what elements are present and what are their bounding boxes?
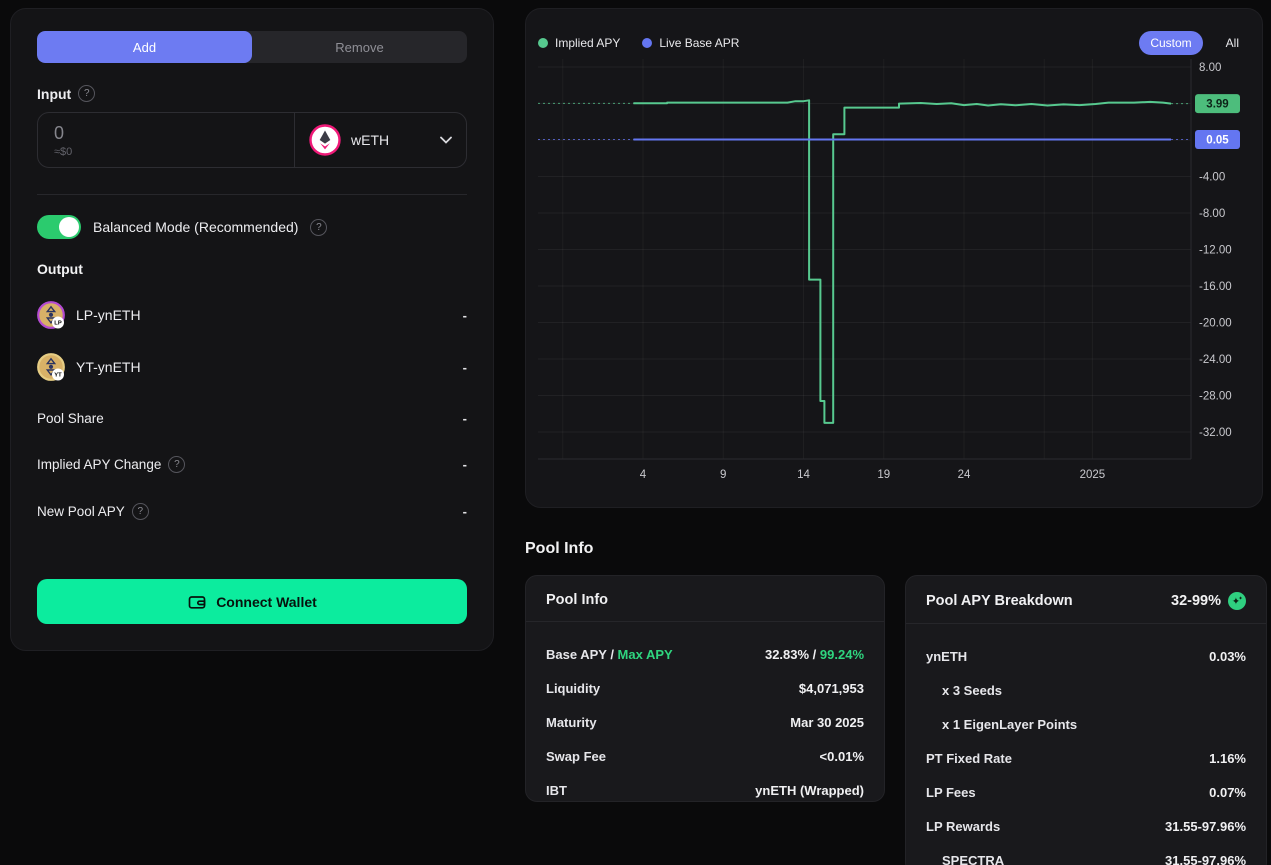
apy-chart-panel: Implied APY Live Base APR Custom All 8.0…: [525, 8, 1263, 508]
yt-yneth-token-icon: YT: [37, 353, 65, 381]
output-yt-value: -: [463, 360, 467, 375]
input-help-icon[interactable]: ?: [78, 85, 95, 102]
apy-history-chart[interactable]: 8.00 -4.00 -8.00 -12.00 -16.00 -20.00 -24.00 -2…: [526, 59, 1264, 491]
range-custom-button[interactable]: Custom: [1139, 31, 1202, 55]
x-axis-tick-label: 2025: [1080, 469, 1106, 481]
amount-value[interactable]: 0: [54, 123, 278, 144]
implied-apy-change-label: Implied APY Change?: [37, 456, 185, 473]
implied-apy-change-row: Implied APY Change? -: [37, 456, 467, 473]
y-axis-tick-label: -8.00: [1199, 208, 1225, 220]
add-remove-tabs: Add Remove: [37, 31, 467, 63]
liquidity-row: Liquidity $4,071,953: [546, 681, 864, 696]
pool-apy-breakdown-card: Pool APY Breakdown 32-99% ✦ ✦ ynETH 0.03…: [905, 575, 1267, 865]
balanced-mode-help-icon[interactable]: ?: [310, 219, 327, 236]
pool-info-card: Pool Info Base APY / Max APY 32.83% / 99…: [525, 575, 885, 802]
y-axis-tick-label: -32.00: [1199, 427, 1232, 439]
implied-apy-dot-icon: [538, 38, 548, 48]
token-symbol: wETH: [351, 132, 430, 148]
output-yt-name: YT-ynETH: [76, 359, 141, 375]
pool-share-value: -: [463, 411, 467, 426]
base-max-apy-row: Base APY / Max APY 32.83% / 99.24%: [546, 647, 864, 662]
implied-apy-change-value: -: [463, 457, 467, 472]
lp-rewards-row: LP Rewards 31.55-97.96%: [926, 819, 1246, 834]
range-all-button[interactable]: All: [1215, 31, 1250, 55]
base-max-apy-label: Base APY / Max APY: [546, 647, 673, 662]
spectra-row: SPECTRA 31.55-97.96%: [926, 853, 1246, 865]
legend-implied-apy: Implied APY: [538, 36, 620, 50]
tab-add[interactable]: Add: [37, 31, 252, 63]
new-pool-apy-value: -: [463, 504, 467, 519]
amount-input-box: 0 ≈$0 wETH: [37, 112, 467, 168]
x-axis-tick-label: 4: [640, 469, 647, 481]
y-axis-tick-label: -16.00: [1199, 281, 1232, 293]
y-axis-tick-label: -20.00: [1199, 318, 1232, 330]
output-lp-value: -: [463, 308, 467, 323]
amount-usd-value: ≈$0: [54, 146, 278, 158]
x-axis-tick-label: 9: [720, 469, 726, 481]
amount-field[interactable]: 0 ≈$0: [38, 113, 294, 167]
live-base-apr-dot-icon: [642, 38, 652, 48]
yneth-row: ynETH 0.03%: [926, 649, 1246, 664]
legend-live-base-apr: Live Base APR: [642, 36, 739, 50]
output-lp-name: LP-ynETH: [76, 307, 141, 323]
apy-breakdown-total: 32-99%: [1171, 593, 1221, 609]
pt-fixed-rate-row: PT Fixed Rate 1.16%: [926, 751, 1246, 766]
ibt-row: IBT ynETH (Wrapped): [546, 783, 864, 798]
y-axis-tick-label: -24.00: [1199, 354, 1232, 366]
x-axis-tick-label: 19: [877, 469, 890, 481]
connect-wallet-button[interactable]: Connect Wallet: [37, 579, 467, 624]
maturity-row: Maturity Mar 30 2025: [546, 715, 864, 730]
y-axis-tick-label: 8.00: [1199, 62, 1221, 74]
swap-fee-row: Swap Fee <0.01%: [546, 749, 864, 764]
section-divider: [37, 194, 467, 195]
y-axis-tick-label: -28.00: [1199, 391, 1232, 403]
apy-breakdown-title: Pool APY Breakdown: [926, 593, 1171, 609]
input-label: Input: [37, 86, 71, 102]
svg-text:YT: YT: [54, 373, 62, 379]
lp-yneth-token-icon: LP: [37, 301, 65, 329]
chevron-down-icon: [440, 136, 452, 144]
wallet-icon: [187, 592, 207, 612]
pool-share-row: Pool Share -: [37, 411, 467, 426]
output-row-lp: LP LP-ynETH -: [37, 301, 467, 329]
x-axis-tick-label: 14: [797, 469, 810, 481]
new-pool-apy-help-icon[interactable]: ?: [132, 503, 149, 520]
x-axis-tick-label: 24: [958, 469, 971, 481]
lp-fees-row: LP Fees 0.07%: [926, 785, 1246, 800]
svg-text:✦: ✦: [1238, 595, 1243, 602]
last-value-badge-label: 3.99: [1206, 99, 1228, 111]
pool-info-card-title: Pool Info: [546, 592, 864, 608]
output-label: Output: [37, 261, 467, 277]
last-value-badge-label: 0.05: [1206, 135, 1229, 147]
new-pool-apy-row: New Pool APY? -: [37, 503, 467, 520]
boost-sparkle-icon: ✦ ✦: [1228, 592, 1246, 610]
base-max-apy-value: 32.83% / 99.24%: [765, 647, 864, 662]
eigenlayer-points-row: x 1 EigenLayer Points: [926, 717, 1246, 732]
y-axis-tick-label: -4.00: [1199, 172, 1225, 184]
y-axis-tick-label: -12.00: [1199, 245, 1232, 257]
pool-info-section-title: Pool Info: [525, 540, 593, 558]
tab-remove[interactable]: Remove: [252, 31, 467, 63]
liquidity-form-panel: Add Remove Input ? 0 ≈$0 wETH Balanced M…: [10, 8, 494, 651]
new-pool-apy-label: New Pool APY?: [37, 503, 149, 520]
balanced-mode-label: Balanced Mode (Recommended): [93, 219, 298, 235]
implied-apy-line: [633, 100, 1171, 423]
implied-apy-change-help-icon[interactable]: ?: [168, 456, 185, 473]
seeds-row: x 3 Seeds: [926, 683, 1246, 698]
token-selector[interactable]: wETH: [294, 113, 466, 167]
pool-share-label: Pool Share: [37, 411, 104, 426]
balanced-mode-toggle[interactable]: [37, 215, 81, 239]
weth-token-icon: [309, 124, 341, 156]
svg-text:LP: LP: [54, 321, 62, 327]
output-row-yt: YT YT-ynETH -: [37, 353, 467, 381]
